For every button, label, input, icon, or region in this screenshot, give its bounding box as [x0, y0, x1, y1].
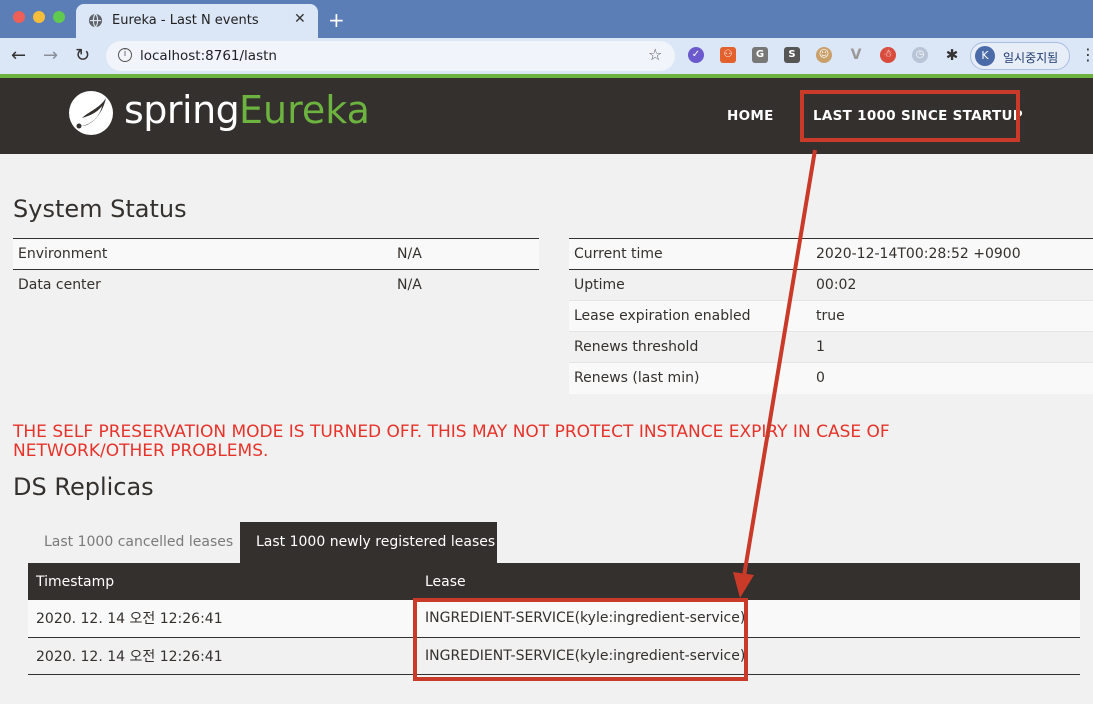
kv-label: Data center: [18, 277, 101, 294]
address-bar[interactable]: i localhost:8761/lastn ☆: [106, 41, 675, 71]
url-text[interactable]: localhost:8761/lastn: [140, 48, 277, 64]
kv-label: Current time: [574, 246, 663, 262]
kv-value: N/A: [397, 277, 422, 294]
extension-check-icon[interactable]: ✓: [688, 47, 704, 63]
back-arrow-icon[interactable]: ←: [11, 45, 26, 66]
kv-label: Renews threshold: [574, 339, 699, 355]
system-status-right-table: Current time 2020-12-14T00:28:52 +0900 U…: [569, 238, 1093, 394]
browser-toolbar: ← → ↻ i localhost:8761/lastn ☆ ✓ ⚇ G S ☺…: [0, 38, 1093, 74]
logo-eureka-text[interactable]: Eureka: [239, 88, 370, 132]
lease-timestamp: 2020. 12. 14 오전 12:26:41: [28, 637, 417, 675]
puzzle-icon[interactable]: ✱: [944, 47, 960, 63]
kv-label: Renews (last min): [574, 370, 700, 387]
kv-value: 2020-12-14T00:28:52 +0900: [816, 246, 1021, 262]
spring-leaf-icon[interactable]: [68, 90, 114, 136]
extension-santa-icon[interactable]: ☃: [880, 47, 896, 63]
kv-label: Lease expiration enabled: [574, 308, 751, 324]
kv-value: N/A: [397, 246, 422, 262]
bookmark-star-icon[interactable]: ☆: [648, 45, 662, 64]
table-row: Renews threshold 1: [569, 332, 1093, 363]
table-row: Data center N/A: [13, 270, 539, 301]
extension-org-icon[interactable]: ⚇: [720, 47, 736, 63]
extension-clock-icon[interactable]: ◷: [912, 47, 928, 63]
logo-spring-text[interactable]: spring: [124, 88, 240, 132]
nav-home-link[interactable]: HOME: [727, 108, 774, 124]
close-tab-icon[interactable]: ✕: [294, 11, 306, 27]
avatar: K: [975, 46, 995, 66]
kv-label: Uptime: [574, 277, 625, 293]
extension-g-icon[interactable]: G: [752, 47, 768, 63]
table-row: Uptime 00:02: [569, 270, 1093, 301]
profile-status-label: 일시중지됨: [1003, 51, 1059, 65]
tab-registered-leases[interactable]: Last 1000 newly registered leases: [240, 522, 497, 563]
kv-value: 0: [816, 370, 825, 387]
kv-value: true: [816, 308, 845, 324]
table-header-row: Timestamp Lease: [28, 563, 1080, 600]
browser-tab-bar: Eureka - Last N events ✕ +: [0, 0, 1093, 38]
table-row: Current time 2020-12-14T00:28:52 +0900: [569, 238, 1093, 270]
self-preservation-warning: THE SELF PRESERVATION MODE IS TURNED OFF…: [13, 422, 890, 461]
kv-value: 00:02: [816, 277, 857, 293]
tab-title: Eureka - Last N events: [112, 13, 259, 28]
tab-cancelled-leases[interactable]: Last 1000 cancelled leases: [28, 522, 240, 563]
maximize-window-button[interactable]: [53, 11, 65, 23]
minimize-window-button[interactable]: [33, 11, 45, 23]
annotation-highlight-nav: [800, 90, 1020, 142]
extension-v-icon[interactable]: V: [848, 47, 864, 63]
browser-tab[interactable]: Eureka - Last N events ✕: [76, 4, 318, 38]
system-status-left-table: Environment N/A Data center N/A: [13, 238, 539, 301]
column-header-timestamp: Timestamp: [28, 563, 417, 600]
table-row: Renews (last min) 0: [569, 362, 1093, 394]
new-tab-button[interactable]: +: [328, 8, 345, 32]
profile-button[interactable]: K 일시중지됨: [970, 42, 1070, 70]
table-row: Lease expiration enabled true: [569, 300, 1093, 332]
column-header-lease: Lease: [417, 563, 1080, 600]
kv-label: Environment: [18, 246, 108, 262]
ds-replicas-title: DS Replicas: [13, 473, 154, 501]
extension-face-icon[interactable]: ☺: [816, 47, 832, 63]
system-status-title: System Status: [13, 195, 187, 223]
extension-s-icon[interactable]: S: [784, 47, 800, 63]
close-window-button[interactable]: [13, 11, 25, 23]
more-menu-icon[interactable]: ⋮: [1080, 45, 1093, 64]
reload-icon[interactable]: ↻: [75, 45, 90, 66]
lease-timestamp: 2020. 12. 14 오전 12:26:41: [28, 600, 417, 638]
annotation-highlight-leases: [413, 598, 748, 681]
globe-icon: [88, 13, 103, 28]
kv-value: 1: [816, 339, 825, 355]
site-info-icon[interactable]: i: [118, 48, 132, 62]
table-row: Environment N/A: [13, 238, 539, 270]
forward-arrow-icon[interactable]: →: [43, 45, 58, 66]
